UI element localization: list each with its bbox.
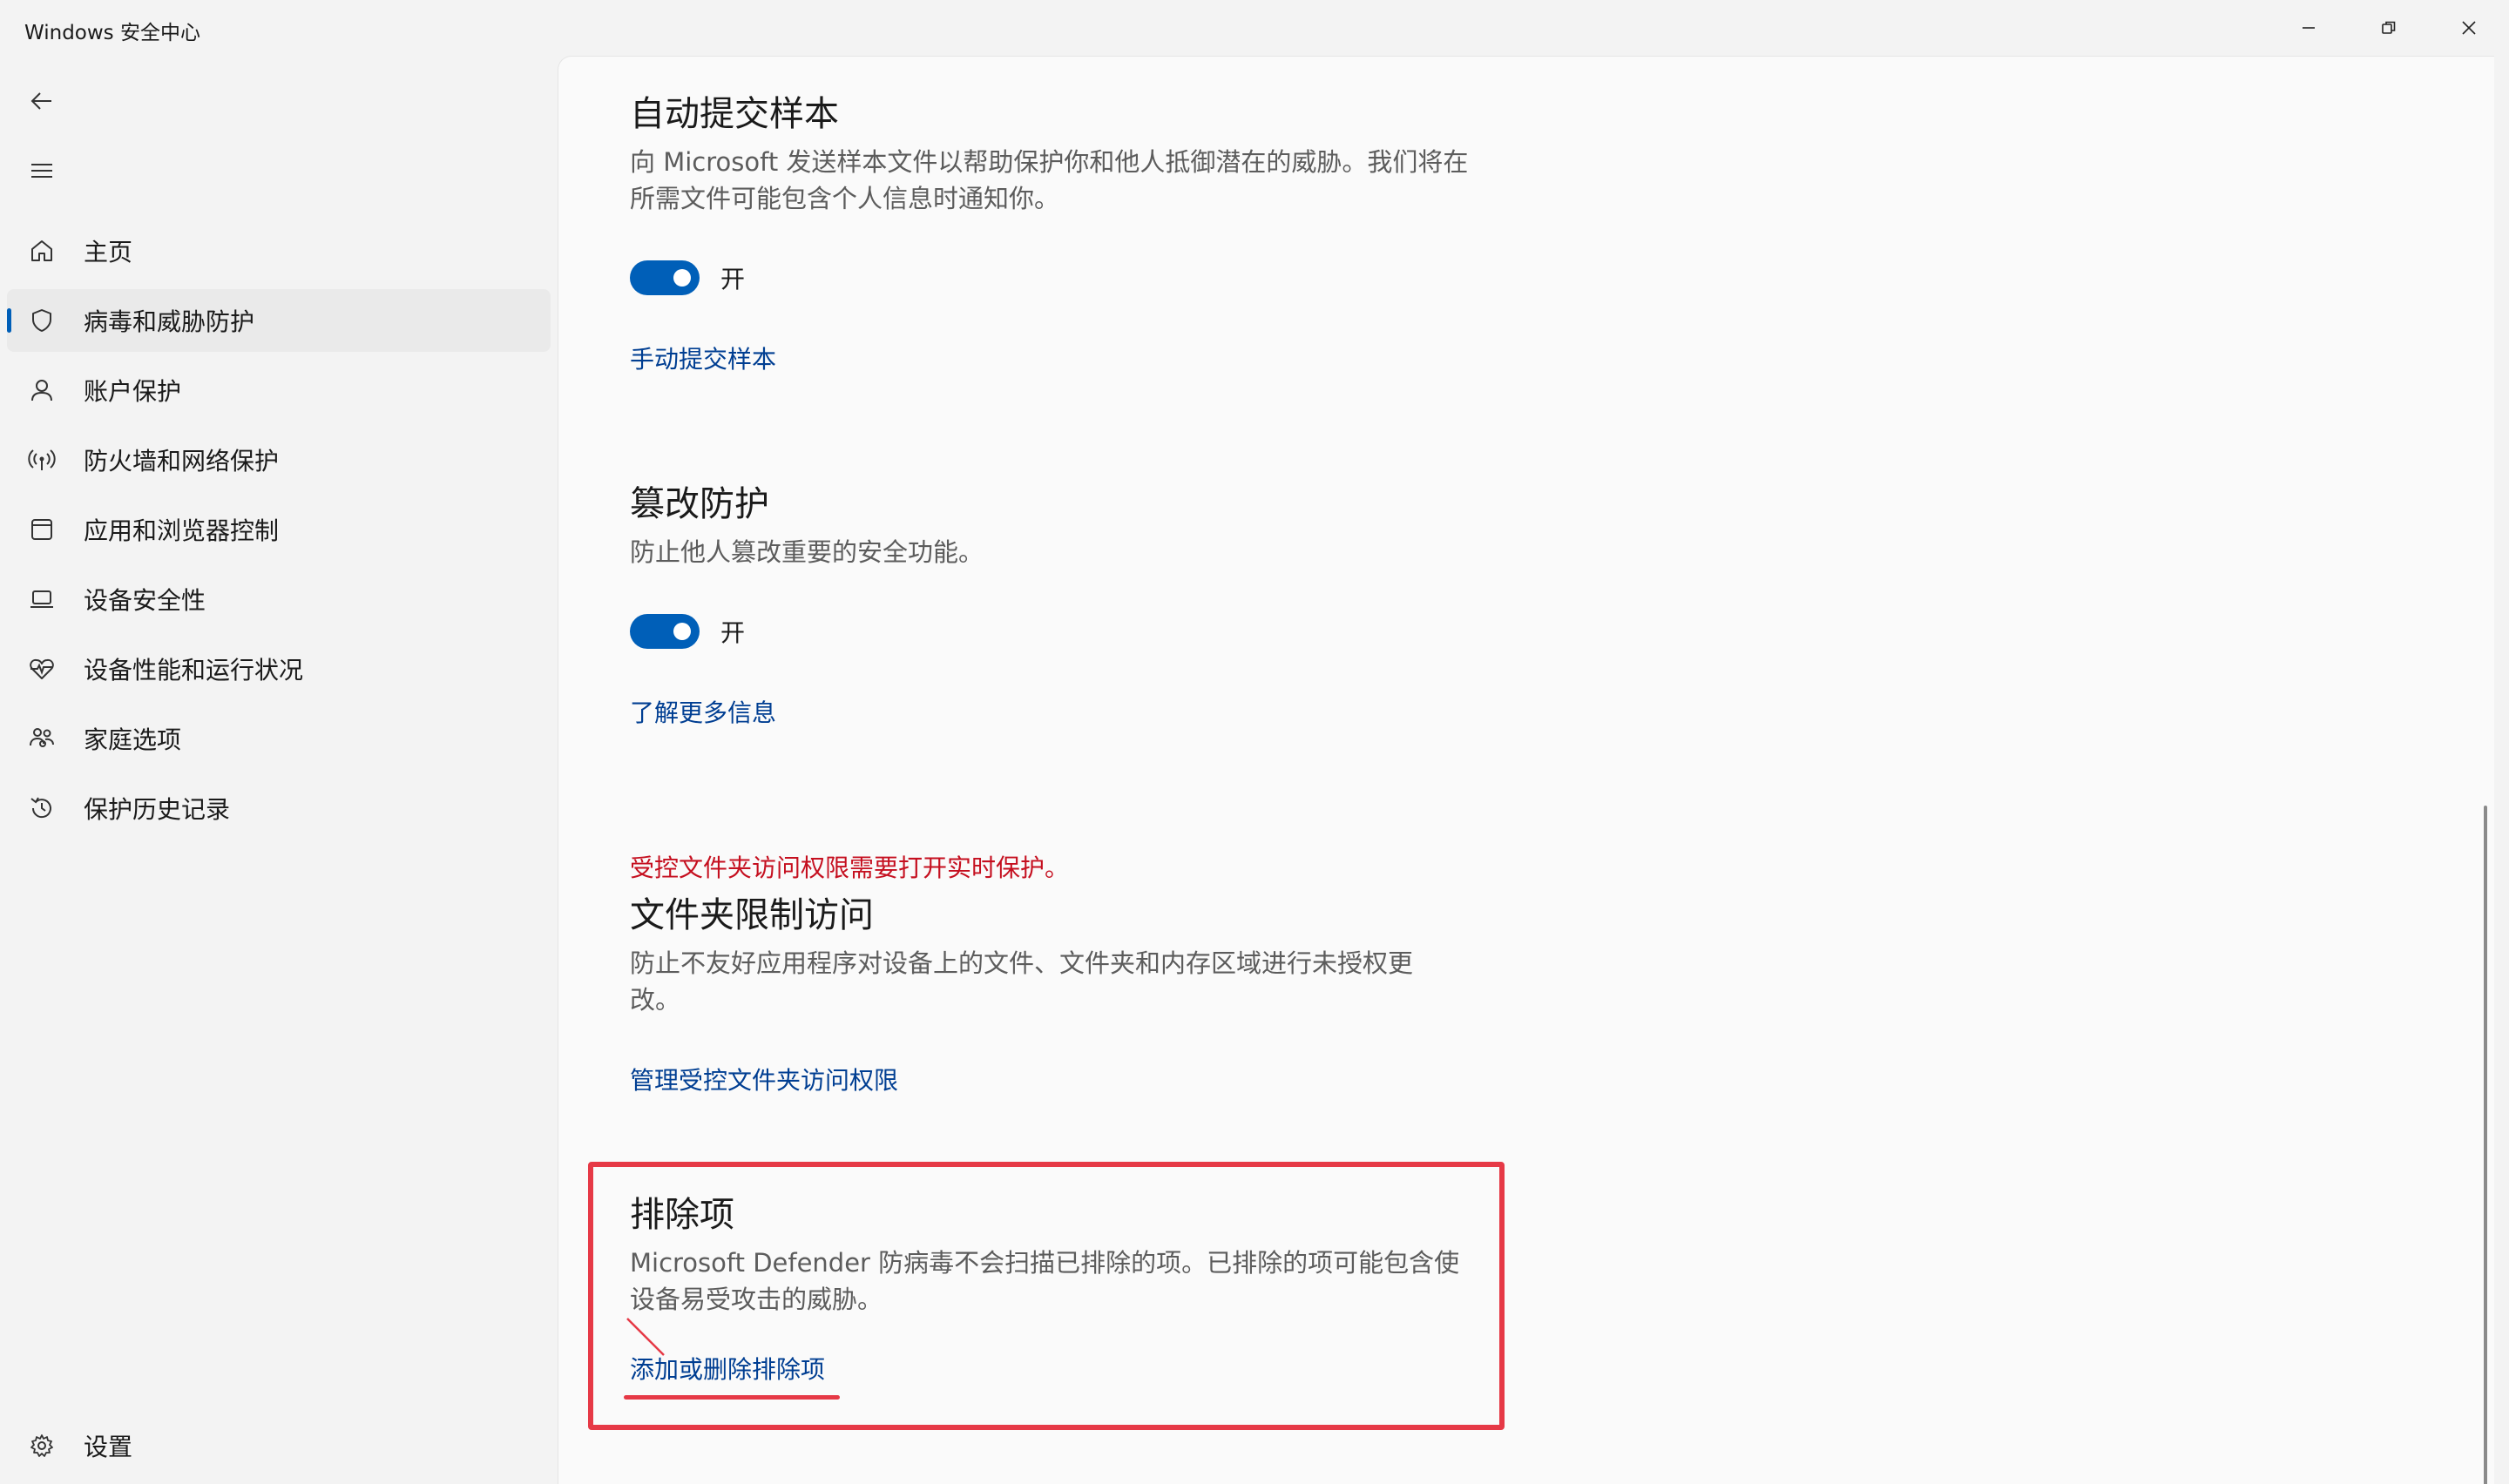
sidebar-item-label: 设备安全性 xyxy=(84,586,206,615)
history-icon xyxy=(24,791,59,826)
home-icon xyxy=(24,233,59,268)
sidebar-item-label: 应用和浏览器控制 xyxy=(84,516,280,545)
tamper-toggle[interactable] xyxy=(630,614,700,649)
toggle-knob xyxy=(673,623,691,640)
person-icon xyxy=(24,373,59,408)
cfa-title: 文件夹限制访问 xyxy=(630,895,874,935)
family-icon xyxy=(24,721,59,756)
sidebar-item-app-browser[interactable]: 应用和浏览器控制 xyxy=(7,498,551,561)
auto-submit-toggle-row: 开 xyxy=(630,260,1484,295)
close-button[interactable] xyxy=(2429,0,2509,56)
cfa-description: 防止不友好应用程序对设备上的文件、文件夹和内存区域进行未授权更改。 xyxy=(630,948,1414,1015)
sidebar-item-label: 账户保护 xyxy=(84,377,182,406)
sidebar-item-label: 病毒和威胁防护 xyxy=(84,307,255,336)
back-button[interactable] xyxy=(21,80,63,122)
auto-submit-section: 自动提交样本 向 Microsoft 发送样本文件以帮助保护你和他人抵御潜在的威… xyxy=(630,91,1484,375)
sidebar-item-label: 防火墙和网络保护 xyxy=(84,447,280,476)
minimize-button[interactable] xyxy=(2269,0,2349,56)
laptop-icon xyxy=(24,582,59,617)
sidebar-item-virus-protection[interactable]: 病毒和威胁防护 xyxy=(7,289,551,352)
sidebar-item-history[interactable]: 保护历史记录 xyxy=(7,777,551,840)
heartbeat-icon xyxy=(24,651,59,686)
sidebar-item-home[interactable]: 主页 xyxy=(7,219,551,282)
sidebar-item-label: 设备性能和运行状况 xyxy=(84,656,304,685)
annotation-highlight-box xyxy=(588,1162,1505,1430)
restore-icon xyxy=(2382,21,2396,34)
hamburger-icon xyxy=(31,164,52,178)
toggle-knob xyxy=(673,269,691,287)
back-arrow-icon xyxy=(30,92,51,110)
sidebar-item-label: 保护历史记录 xyxy=(84,795,231,824)
manual-submit-link[interactable]: 手动提交样本 xyxy=(630,341,776,375)
annotation-underline xyxy=(624,1395,840,1400)
antenna-icon xyxy=(24,442,59,477)
window-icon xyxy=(24,512,59,547)
title-bar: Windows 安全中心 xyxy=(0,0,2509,56)
settings-label: 设置 xyxy=(84,1433,133,1461)
sidebar-item-family[interactable]: 家庭选项 xyxy=(7,707,551,770)
close-icon xyxy=(2462,21,2476,35)
window-title: Windows 安全中心 xyxy=(24,22,200,44)
auto-submit-description: 向 Microsoft 发送样本文件以帮助保护你和他人抵御潜在的威胁。我们将在所… xyxy=(630,147,1469,213)
auto-submit-title: 自动提交样本 xyxy=(630,94,839,134)
windows-security-window: Windows 安全中心 主页 病毒和威胁防护 账户保护 防火墙和网络保护 应用… xyxy=(0,0,2509,1484)
learn-more-link[interactable]: 了解更多信息 xyxy=(630,694,776,729)
sidebar-item-label: 家庭选项 xyxy=(84,725,182,754)
annotation-slash-mark xyxy=(626,1318,665,1356)
sidebar-item-device-security[interactable]: 设备安全性 xyxy=(7,568,551,631)
sidebar-item-settings[interactable]: 设置 xyxy=(7,1414,551,1477)
sidebar: 主页 病毒和威胁防护 账户保护 防火墙和网络保护 应用和浏览器控制 设备安全性 … xyxy=(0,56,558,1484)
shield-icon xyxy=(24,303,59,338)
tamper-title: 篡改防护 xyxy=(630,484,769,524)
cfa-warning-text: 受控文件夹访问权限需要打开实时保护。 xyxy=(630,853,1070,882)
auto-submit-toggle[interactable] xyxy=(630,260,700,295)
manage-cfa-link[interactable]: 管理受控文件夹访问权限 xyxy=(630,1062,898,1096)
vertical-scrollbar[interactable] xyxy=(2484,806,2487,1484)
sidebar-item-firewall[interactable]: 防火墙和网络保护 xyxy=(7,428,551,491)
nav-list: 主页 病毒和威胁防护 账户保护 防火墙和网络保护 应用和浏览器控制 设备安全性 … xyxy=(7,219,551,847)
sidebar-item-device-health[interactable]: 设备性能和运行状况 xyxy=(7,637,551,700)
auto-submit-toggle-label: 开 xyxy=(720,265,746,293)
tamper-section: 篡改防护 防止他人篡改重要的安全功能。 开 了解更多信息 xyxy=(630,482,1484,729)
tamper-description: 防止他人篡改重要的安全功能。 xyxy=(630,537,984,567)
menu-button[interactable] xyxy=(21,150,63,192)
cfa-section: 受控文件夹访问权限需要打开实时保护。 文件夹限制访问 防止不友好应用程序对设备上… xyxy=(630,851,1457,1096)
tamper-toggle-row: 开 xyxy=(630,614,1484,649)
sidebar-item-account[interactable]: 账户保护 xyxy=(7,359,551,422)
restore-button[interactable] xyxy=(2349,0,2429,56)
tamper-toggle-label: 开 xyxy=(720,618,746,647)
sidebar-item-label: 主页 xyxy=(84,238,133,266)
gear-icon xyxy=(24,1428,59,1463)
minimize-icon xyxy=(2303,27,2315,29)
